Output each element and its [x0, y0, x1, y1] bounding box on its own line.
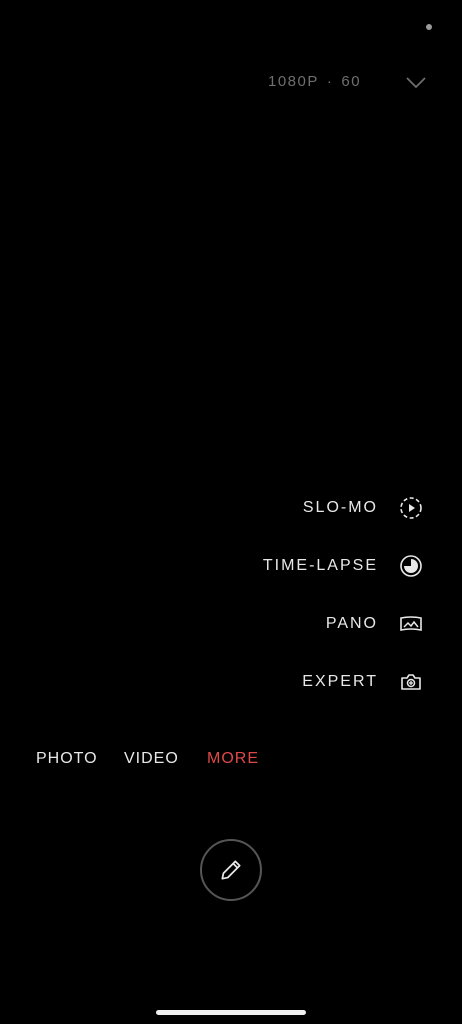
- mode-label: TIME-LAPSE: [262, 557, 378, 574]
- mode-item-time-lapse[interactable]: TIME-LAPSE: [124, 552, 424, 580]
- mode-label: EXPERT: [302, 673, 378, 690]
- chevron-down-icon[interactable]: [404, 72, 428, 92]
- time-lapse-icon: [398, 553, 424, 579]
- tab-photo[interactable]: PHOTO: [36, 750, 98, 768]
- panorama-icon: [398, 611, 424, 637]
- edit-modes-button[interactable]: [200, 839, 262, 901]
- tab-more[interactable]: MORE: [207, 750, 259, 768]
- camera-mode-tabs: PHOTO VIDEO MORE: [0, 750, 462, 772]
- camera-screen: 1080P · 60 SLO-MO TIME-LAPSE PANO EXPERT…: [0, 0, 462, 1024]
- mode-list: SLO-MO TIME-LAPSE PANO EXPERT: [124, 494, 424, 726]
- status-indicator-dot: [426, 24, 432, 30]
- mode-item-pano[interactable]: PANO: [124, 610, 424, 638]
- expert-camera-icon: [398, 669, 424, 695]
- mode-item-expert[interactable]: EXPERT: [124, 668, 424, 696]
- video-format-selector[interactable]: 1080P · 60: [268, 73, 361, 90]
- separator: ·: [326, 73, 334, 90]
- mode-item-slo-mo[interactable]: SLO-MO: [124, 494, 424, 522]
- resolution-label: 1080P: [268, 73, 319, 90]
- tab-video[interactable]: VIDEO: [124, 750, 179, 768]
- mode-label: SLO-MO: [302, 499, 378, 516]
- frame-rate-label: 60: [341, 73, 362, 90]
- home-indicator[interactable]: [156, 1010, 306, 1015]
- pencil-icon: [221, 860, 241, 880]
- slow-motion-icon: [398, 495, 424, 521]
- mode-label: PANO: [325, 615, 378, 632]
